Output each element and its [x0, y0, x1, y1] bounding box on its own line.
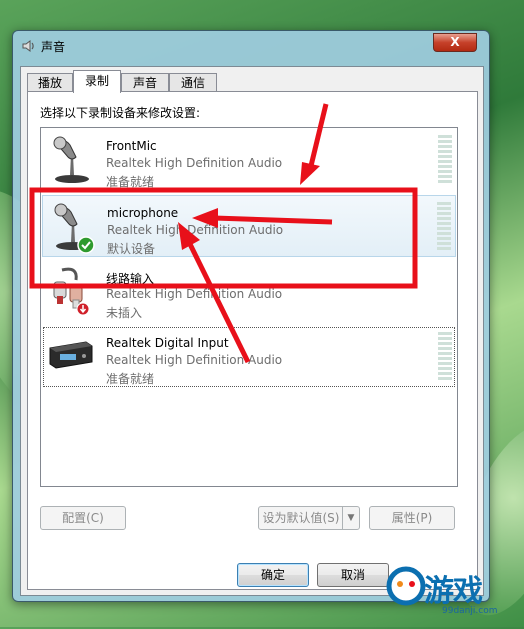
device-name: microphone [107, 206, 179, 220]
properties-button[interactable]: 属性(P) [369, 506, 455, 530]
instruction-text: 选择以下录制设备来修改设置: [40, 106, 201, 120]
microphone-icon [53, 136, 89, 183]
tab-playback[interactable]: 播放 [27, 73, 73, 92]
device-name: Realtek Digital Input [106, 336, 229, 350]
watermark-url: 99danji.com [442, 606, 498, 616]
tab-communications[interactable]: 通信 [169, 73, 217, 92]
title-bar[interactable]: 声音 X [13, 31, 489, 59]
device-description: Realtek High Definition Audio [106, 353, 283, 367]
level-meter [438, 135, 452, 185]
cancel-button[interactable]: 取消 [317, 563, 389, 587]
tab-sounds[interactable]: 声音 [121, 73, 169, 92]
set-default-button[interactable]: 设为默认值(S) ▼ [258, 506, 360, 530]
recording-device-list[interactable]: FrontMic Realtek High Definition Audio 准… [40, 127, 458, 487]
device-item-microphone[interactable]: microphone Realtek High Definition Audio… [42, 195, 456, 257]
speaker-icon [22, 40, 34, 52]
sound-dialog: 声音 X 播放 录制 声音 通信 选择以下录制设备来修改设置: FrontMic… [12, 30, 490, 602]
device-description: Realtek High Definition Audio [106, 156, 283, 170]
dialog-client-area: 播放 录制 声音 通信 选择以下录制设备来修改设置: FrontMic Real… [20, 66, 484, 596]
unplugged-badge-icon [76, 302, 90, 316]
device-description: Realtek High Definition Audio [107, 223, 284, 237]
ok-button[interactable]: 确定 [237, 563, 309, 587]
tab-recording[interactable]: 录制 [73, 70, 121, 93]
device-status: 准备就绪 [106, 372, 155, 386]
device-status: 准备就绪 [106, 175, 155, 189]
device-item-digital-input[interactable]: Realtek Digital Input Realtek High Defin… [42, 326, 456, 388]
watermark-text: 游戏 [424, 574, 483, 609]
device-description: Realtek High Definition Audio [106, 287, 283, 301]
device-item-frontmic[interactable]: FrontMic Realtek High Definition Audio 准… [42, 129, 456, 191]
device-status: 默认设备 [107, 242, 156, 256]
device-item-line-in[interactable]: 线路输入 Realtek High Definition Audio 未插入 [42, 260, 456, 322]
device-status: 未插入 [106, 306, 143, 320]
device-name: FrontMic [106, 139, 157, 153]
game-controller-logo-icon [386, 566, 426, 606]
device-name: 线路输入 [106, 272, 155, 286]
level-meter [438, 332, 452, 382]
chevron-down-icon[interactable]: ▼ [342, 507, 359, 529]
set-default-label: 设为默认值(S) [262, 511, 340, 525]
configure-button[interactable]: 配置(C) [40, 506, 126, 530]
check-badge-icon [77, 236, 95, 254]
recording-tab-panel: 选择以下录制设备来修改设置: FrontMic Realtek High Def… [27, 91, 478, 590]
close-button[interactable]: X [433, 33, 477, 52]
window-title: 声音 [41, 40, 66, 54]
site-watermark: 游戏 99danji.com [384, 562, 520, 624]
digital-input-device-icon [49, 341, 93, 369]
level-meter [437, 202, 451, 252]
